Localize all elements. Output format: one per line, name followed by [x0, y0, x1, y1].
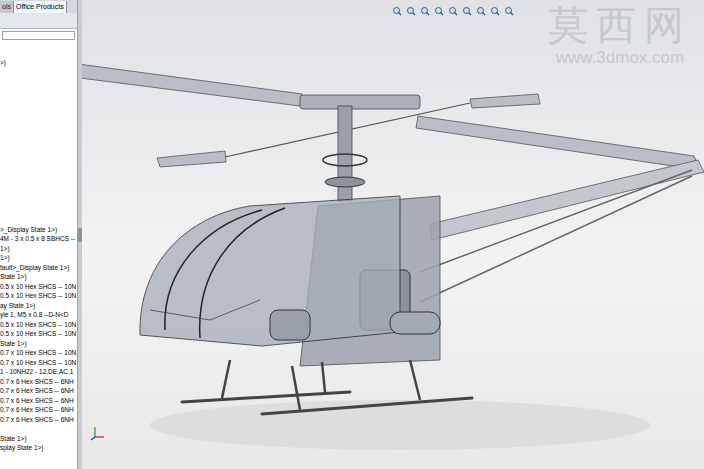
tree-item[interactable]: 4M - 3 x 0.5 x 8 SBHCS -- — [0, 234, 77, 244]
view-toolbar — [392, 6, 514, 16]
feature-tree: >) >_Display State 1>)4M - 3 x 0.5 x 8 SB… — [0, 40, 77, 469]
watermark-title: 莫西网 — [548, 2, 692, 48]
hide-show-icon[interactable] — [476, 6, 486, 16]
tab-bar: olsOffice Products — [0, 0, 77, 13]
tree-item[interactable]: 0.7 x 10 Hex SHCS -- 10N — [0, 348, 77, 358]
tree-item[interactable]: 1>) — [0, 244, 77, 254]
helicopter-model — [82, 0, 704, 469]
tab[interactable]: ols — [0, 1, 14, 13]
tree-item[interactable]: yle 1, M5 x 0.8 --D-N<D — [0, 310, 77, 320]
filter-field[interactable] — [2, 31, 75, 40]
tree-item[interactable]: 0.7 x 6 Hex SHCS -- 6NH — [0, 377, 77, 387]
appearance-icon[interactable] — [490, 6, 500, 16]
tree-item[interactable]: 0.7 x 10 Hex SHCS -- 10N — [0, 358, 77, 368]
tab[interactable]: Office Products — [14, 1, 67, 13]
tree-item[interactable]: 0.5 x 10 Hex SHCS -- 10N — [0, 329, 77, 339]
app-window: olsOffice Products >) >_Display State 1>)4… — [0, 0, 704, 469]
tree-item[interactable]: 0.5 x 10 Hex SHCS -- 10N — [0, 320, 77, 330]
panel-toolbar — [0, 13, 77, 29]
tree-item[interactable]: >_Display State 1>) — [0, 225, 77, 235]
watermark: 莫西网www.3dmox.com — [548, 2, 692, 68]
tree-item[interactable]: 0.7 x 6 Hex SHCS -- 6NH — [0, 386, 77, 396]
zoom-area-icon[interactable] — [406, 6, 416, 16]
tree-item[interactable]: 0.7 x 6 Hex SHCS -- 6NH — [0, 405, 77, 415]
tree-item[interactable]: State 1>) — [0, 434, 77, 444]
display-style-icon[interactable] — [462, 6, 472, 16]
section-view-icon[interactable] — [434, 6, 444, 16]
tree-item[interactable]: >) — [0, 58, 77, 68]
tree-item[interactable]: 1 - 10NH22 - 12,DE,AC,1 — [0, 367, 77, 377]
feature-manager-panel: olsOffice Products >) >_Display State 1>)4… — [0, 0, 78, 469]
tree-item[interactable]: 1>) — [0, 253, 77, 263]
zoom-fit-icon[interactable] — [392, 6, 402, 16]
tree-item[interactable]: 0.7 x 6 Hex SHCS -- 6NH — [0, 396, 77, 406]
tree-item[interactable]: splay State 1>) — [0, 443, 77, 453]
axis-triad-icon — [90, 425, 106, 441]
scene-icon[interactable] — [504, 6, 514, 16]
watermark-url: www.3dmox.com — [556, 48, 684, 68]
tree-item[interactable]: State 1>) — [0, 272, 77, 282]
graphics-viewport[interactable]: 莫西网www.3dmox.com — [82, 0, 704, 469]
tree-item[interactable]: fault>_Display State 1>) — [0, 263, 77, 273]
tree-item[interactable]: 0.7 x 6 Hex SHCS -- 6NH — [0, 415, 77, 425]
tree-item[interactable] — [0, 424, 77, 434]
tree-item[interactable]: 0.5 x 10 Hex SHCS -- 10N — [0, 291, 77, 301]
tree-item[interactable]: ay State 1>) — [0, 301, 77, 311]
tree-item[interactable]: 0.5 x 10 Hex SHCS -- 10N — [0, 282, 77, 292]
tree-item[interactable]: State 1>) — [0, 339, 77, 349]
view-orientation-icon[interactable] — [448, 6, 458, 16]
previous-view-icon[interactable] — [420, 6, 430, 16]
